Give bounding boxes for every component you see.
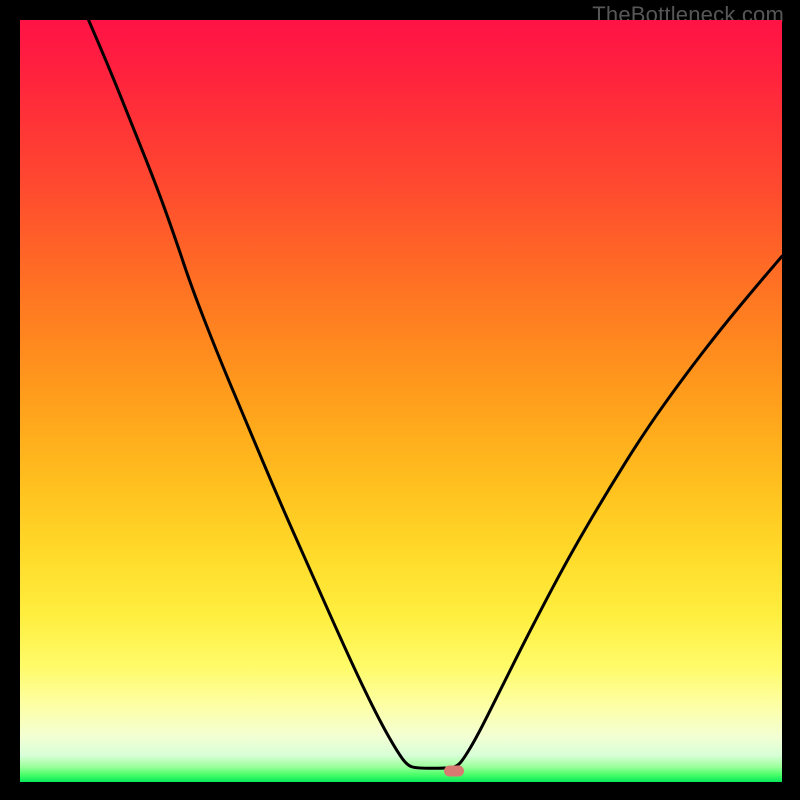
optimum-marker bbox=[444, 765, 464, 776]
curve-layer bbox=[20, 20, 782, 782]
bottleneck-curve bbox=[89, 20, 782, 768]
chart-frame: TheBottleneck.com bbox=[0, 0, 800, 800]
plot-area bbox=[20, 20, 782, 782]
